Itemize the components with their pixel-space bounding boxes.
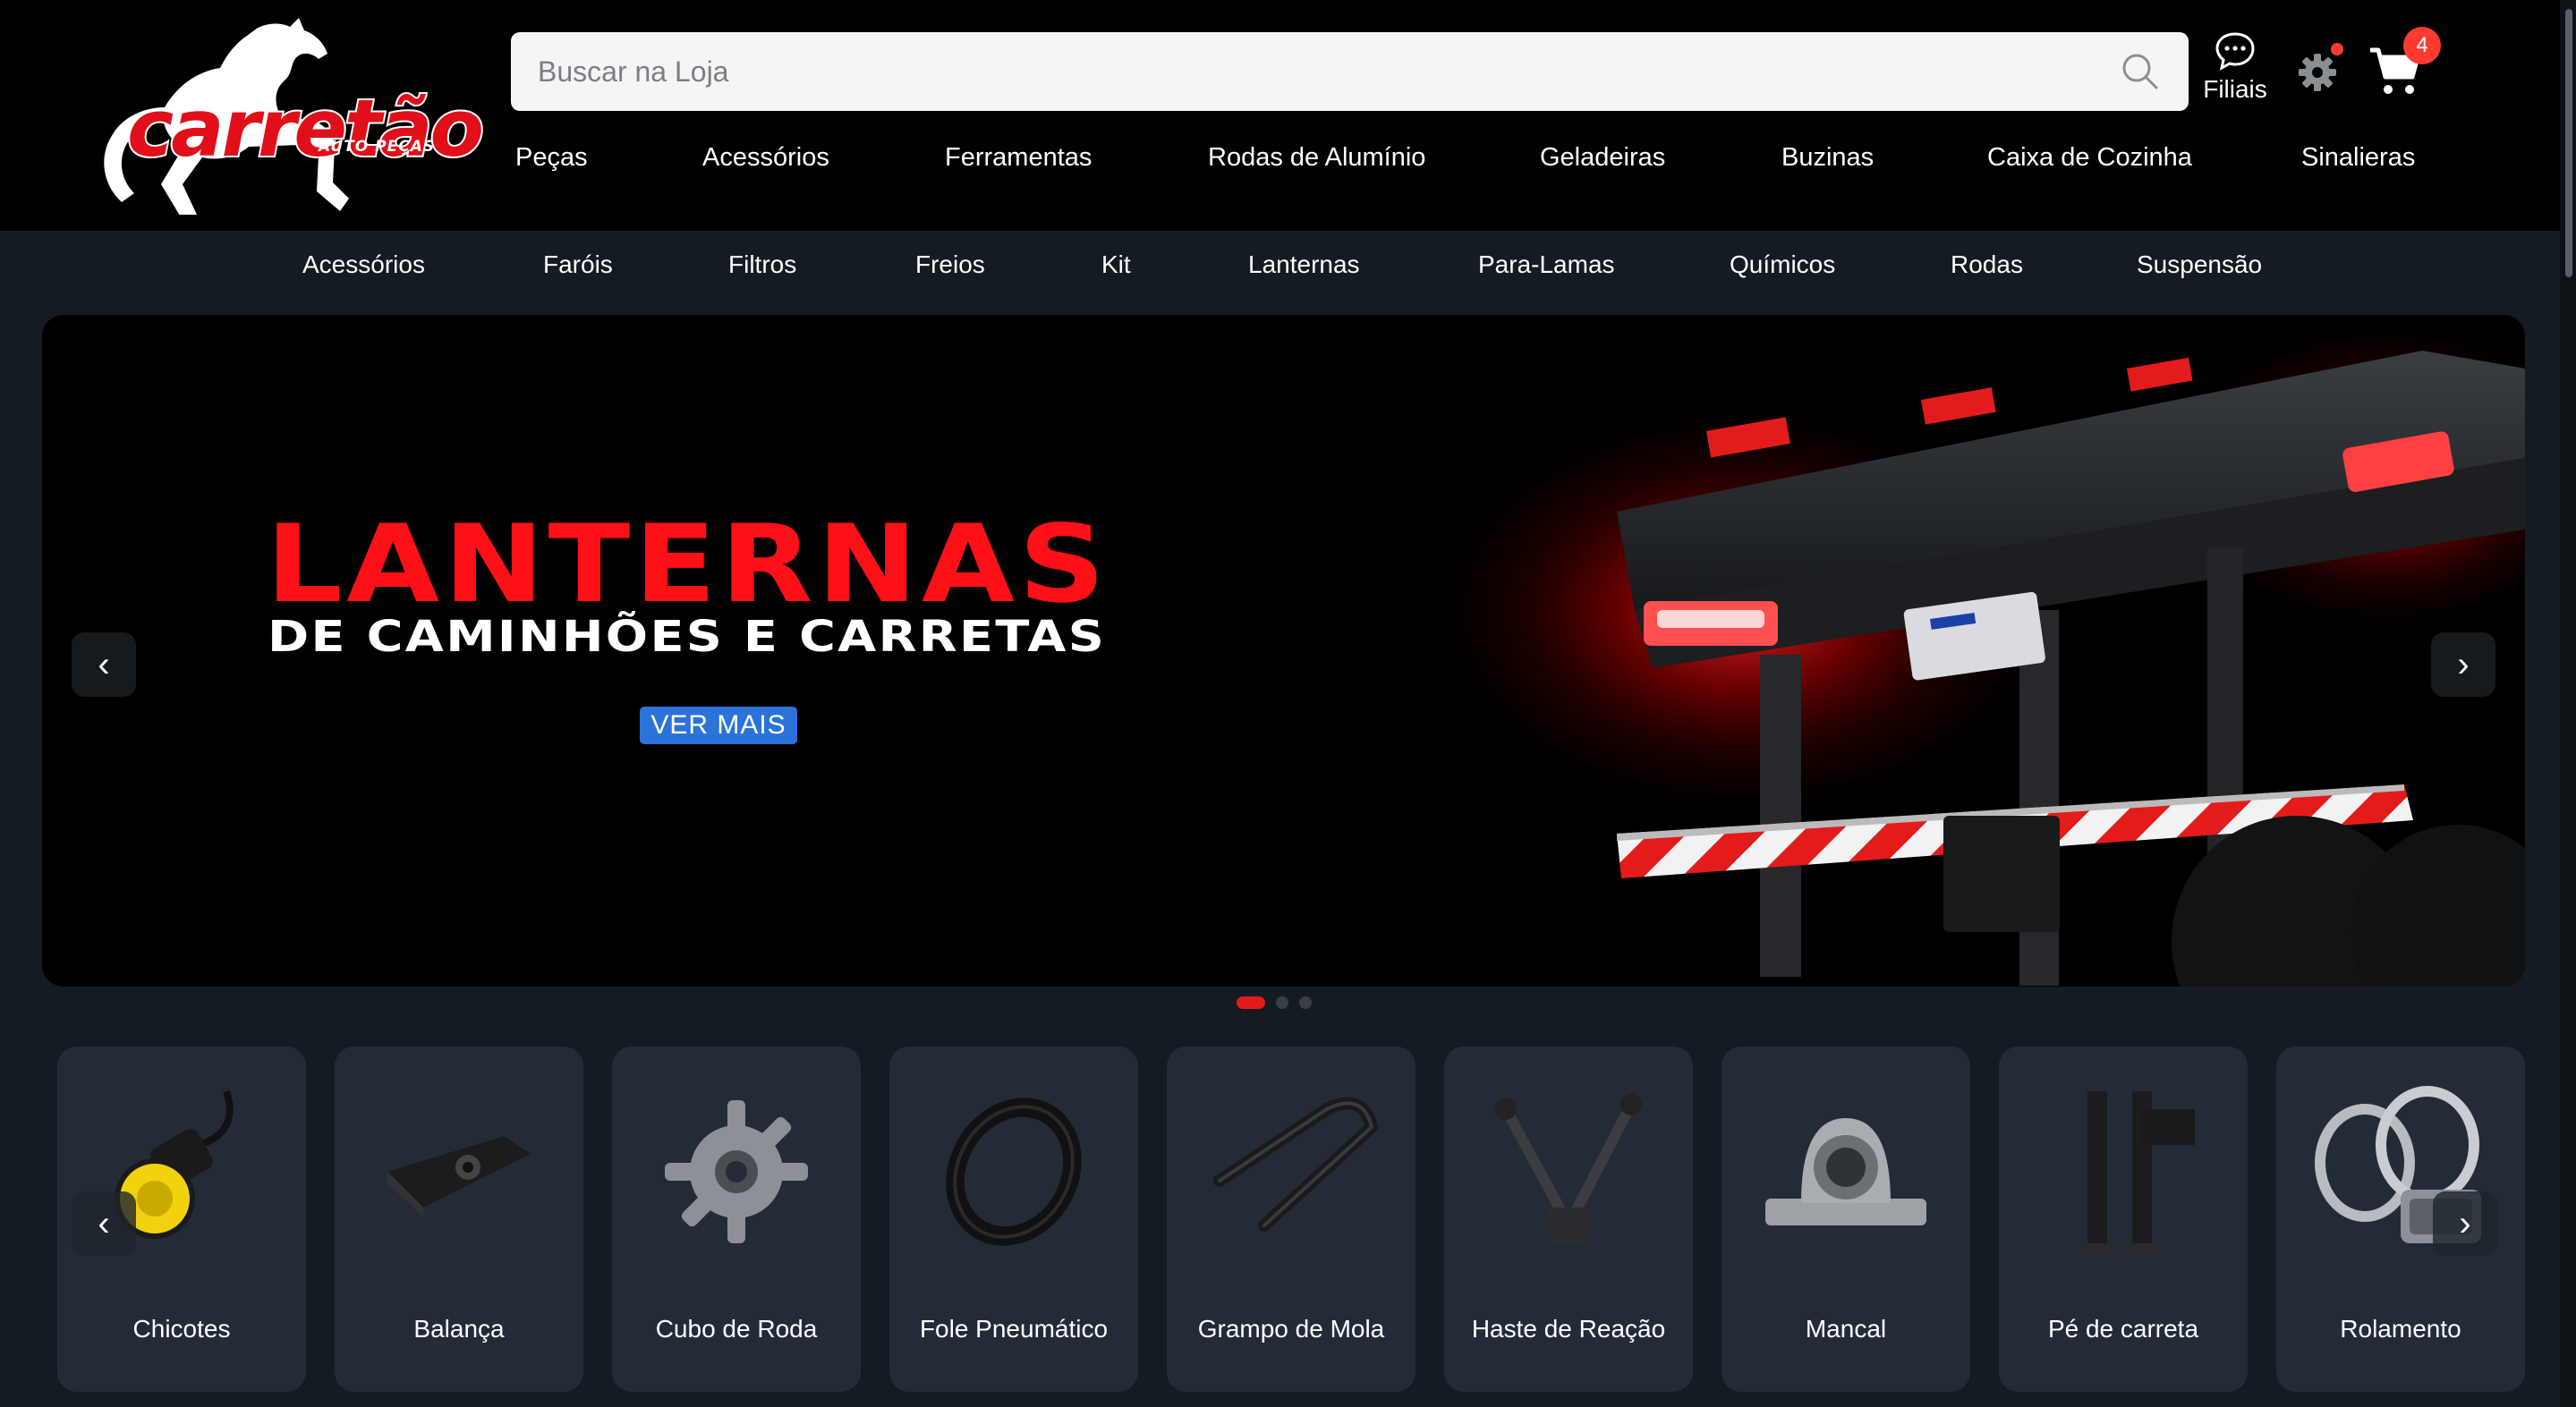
carousel-dot-1[interactable]	[1237, 996, 1265, 1009]
category-card-pe-de-carreta[interactable]: Pé de carreta	[1999, 1047, 2248, 1392]
category-label: Grampo de Mola	[1197, 1315, 1385, 1343]
main-nav-item-sinalieras[interactable]: Sinalieras	[2301, 143, 2415, 173]
hero-prev-arrow[interactable]: ‹	[72, 632, 136, 697]
hero-banner[interactable]: LANTERNAS DE CAMINHÕES E CARRETAS VER MA…	[42, 315, 2525, 987]
u-bolt-icon	[1213, 1097, 1379, 1232]
wheel-hub-icon	[665, 1100, 808, 1243]
main-nav-item-rodas-de-aluminio[interactable]: Rodas de Alumínio	[1208, 143, 1425, 173]
search-icon[interactable]	[2119, 50, 2162, 93]
sub-nav-item-kit[interactable]: Kit	[1101, 250, 1131, 279]
air-bellow-icon	[946, 1098, 1082, 1246]
carousel-dot-2[interactable]	[1276, 996, 1288, 1009]
category-label: Pé de carreta	[2047, 1315, 2199, 1343]
main-nav-item-acessorios[interactable]: Acessórios	[702, 143, 829, 173]
filiais-button[interactable]: Filiais	[2201, 30, 2269, 111]
sub-nav-item-suspensao[interactable]: Suspensão	[2137, 250, 2262, 279]
hero-title: LANTERNAS	[266, 503, 1109, 627]
main-nav-item-pecas[interactable]: Peças	[515, 143, 588, 173]
category-label: Balança	[413, 1315, 505, 1343]
reaction-rod-icon	[1495, 1094, 1642, 1243]
search-input[interactable]	[538, 55, 2119, 89]
main-nav-item-caixa-de-cozinha[interactable]: Caixa de Cozinha	[1987, 143, 2192, 173]
sub-nav-item-rodas[interactable]: Rodas	[1951, 250, 2023, 279]
sub-nav-item-filtros[interactable]: Filtros	[728, 250, 796, 279]
main-nav-item-buzinas[interactable]: Buzinas	[1781, 143, 1874, 173]
site-header: carretão AUTO PEÇAS Filiais	[0, 0, 2576, 231]
category-label: Mancal	[1805, 1315, 1887, 1343]
category-card-haste-de-reacao[interactable]: Haste de Reação	[1444, 1047, 1693, 1392]
bearing-block-icon	[1765, 1118, 1926, 1225]
sub-nav-item-para-lamas[interactable]: Para-Lamas	[1478, 250, 1615, 279]
sub-nav-item-quimicos[interactable]: Químicos	[1730, 250, 1835, 279]
search-bar	[511, 32, 2189, 111]
main-nav: Peças Acessórios Ferramentas Rodas de Al…	[483, 143, 2452, 188]
notification-dot	[2331, 43, 2343, 55]
balance-icon	[387, 1136, 531, 1216]
category-card-grampo-de-mola[interactable]: Grampo de Mola	[1167, 1047, 1416, 1392]
category-label: Haste de Reação	[1471, 1315, 1666, 1343]
category-card-fole-pneumatico[interactable]: Fole Pneumático	[889, 1047, 1138, 1392]
sub-nav: Acessórios Faróis Filtros Freios Kit Lan…	[0, 231, 2576, 299]
page-scrollbar[interactable]	[2560, 0, 2576, 1407]
landing-gear-icon	[2079, 1091, 2195, 1256]
category-prev-arrow[interactable]: ‹	[72, 1191, 136, 1256]
brand-tagline: AUTO PEÇAS	[319, 138, 436, 156]
carousel-dot-3[interactable]	[1299, 996, 1312, 1009]
sub-nav-item-freios[interactable]: Freios	[915, 250, 985, 279]
filiais-label: Filiais	[2203, 75, 2267, 103]
main-nav-item-geladeiras[interactable]: Geladeiras	[1540, 143, 1665, 173]
cart-count-badge: 4	[2403, 27, 2441, 64]
chat-bubble-icon	[2215, 32, 2255, 71]
category-next-arrow[interactable]: ›	[2433, 1191, 2497, 1256]
gear-icon	[2299, 54, 2336, 91]
sub-nav-item-acessorios[interactable]: Acessórios	[302, 250, 425, 279]
category-card-balanca[interactable]: Balança	[335, 1047, 583, 1392]
scrollbar-thumb[interactable]	[2565, 9, 2572, 277]
category-label: Chicotes	[132, 1315, 231, 1343]
brand-wordmark: carretão	[125, 81, 486, 176]
category-label: Rolamento	[2340, 1315, 2461, 1343]
main-nav-item-ferramentas[interactable]: Ferramentas	[945, 143, 1092, 173]
category-label: Fole Pneumático	[919, 1315, 1109, 1343]
category-label: Cubo de Roda	[655, 1315, 818, 1343]
sub-nav-item-lanternas[interactable]: Lanternas	[1248, 250, 1360, 279]
category-card-mancal[interactable]: Mancal	[1722, 1047, 1970, 1392]
hero-next-arrow[interactable]: ›	[2431, 632, 2495, 697]
settings-button[interactable]	[2295, 43, 2343, 95]
brand-logo[interactable]: carretão AUTO PEÇAS	[63, 13, 486, 215]
category-card-cubo-de-roda[interactable]: Cubo de Roda	[612, 1047, 861, 1392]
sub-nav-item-farois[interactable]: Faróis	[543, 250, 613, 279]
carousel-pagination	[1237, 996, 1312, 1010]
ver-mais-button[interactable]: VER MAIS	[640, 707, 797, 744]
hero-subtitle: DE CAMINHÕES E CARRETAS	[268, 612, 1107, 662]
